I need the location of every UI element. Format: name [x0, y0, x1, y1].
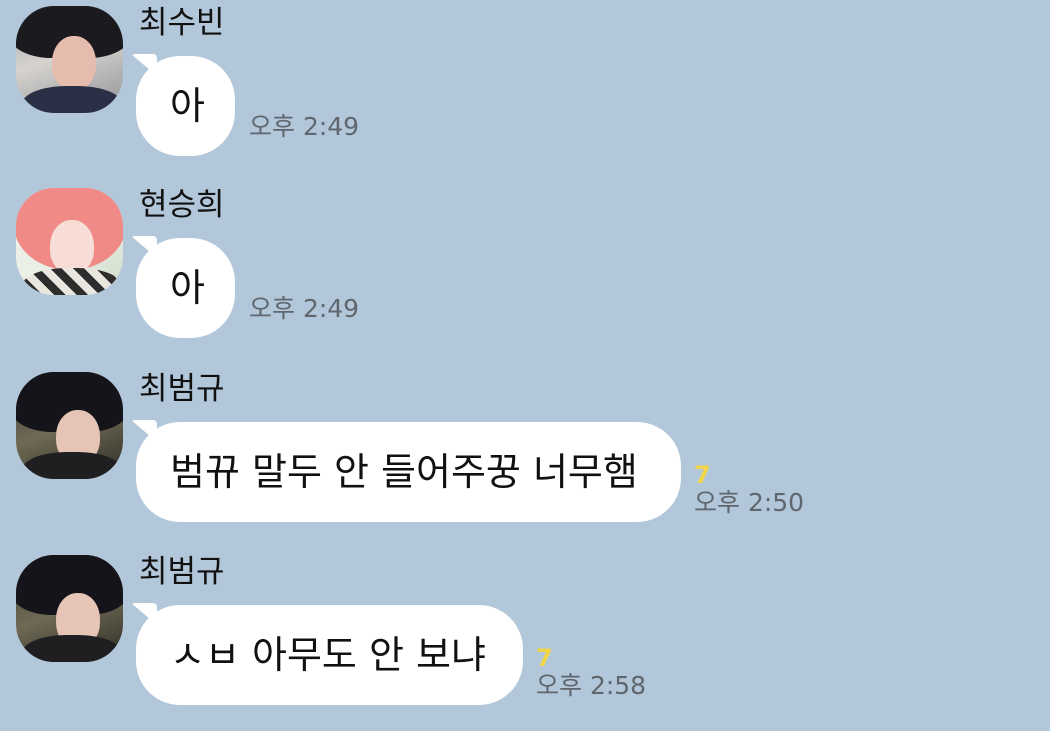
- chat-message: 현승희 아 오후 2:49: [0, 182, 1050, 364]
- avatar-body: [22, 268, 122, 295]
- sender-avatar[interactable]: [16, 555, 123, 662]
- message-bubble[interactable]: 아: [136, 56, 235, 156]
- chat-message: 최범규 ㅅㅂ 아무도 안 보냐 7 오후 2:58: [0, 549, 1050, 731]
- sender-name[interactable]: 현승희: [139, 186, 225, 224]
- message-bubble[interactable]: 범뀨 말두 안 들어주꿍 너무햄: [136, 422, 681, 522]
- message-bubble[interactable]: 아: [136, 238, 235, 338]
- message-time: 오후 2:50: [694, 488, 805, 517]
- chat-message-list[interactable]: 최수빈 아 오후 2:49 현승희 아 오후 2:49 최범규 범뀨 말두 안 …: [0, 0, 1050, 729]
- avatar-body: [22, 452, 122, 479]
- unread-count: 7: [536, 644, 553, 672]
- message-meta: 오후 2:49: [249, 294, 359, 324]
- message-bubble[interactable]: ㅅㅂ 아무도 안 보냐: [136, 605, 523, 705]
- sender-avatar[interactable]: [16, 188, 123, 295]
- avatar-face: [50, 220, 94, 274]
- sender-avatar[interactable]: [16, 6, 123, 113]
- avatar-body: [22, 86, 122, 113]
- sender-name[interactable]: 최수빈: [139, 4, 225, 42]
- chat-message: 최범규 범뀨 말두 안 들어주꿍 너무햄 7 오후 2:50: [0, 366, 1050, 548]
- unread-count: 7: [694, 461, 711, 489]
- message-meta: 오후 2:49: [249, 112, 359, 142]
- chat-message: 최수빈 아 오후 2:49: [0, 0, 1050, 182]
- message-meta: 7 오후 2:58: [536, 645, 646, 701]
- sender-avatar[interactable]: [16, 372, 123, 479]
- sender-name[interactable]: 최범규: [139, 370, 225, 408]
- message-time: 오후 2:49: [249, 112, 360, 141]
- avatar-face: [52, 36, 96, 90]
- message-meta: 7 오후 2:50: [694, 462, 804, 518]
- sender-name[interactable]: 최범규: [139, 553, 225, 591]
- avatar-body: [22, 635, 122, 662]
- message-time: 오후 2:58: [536, 671, 647, 700]
- message-time: 오후 2:49: [249, 294, 360, 323]
